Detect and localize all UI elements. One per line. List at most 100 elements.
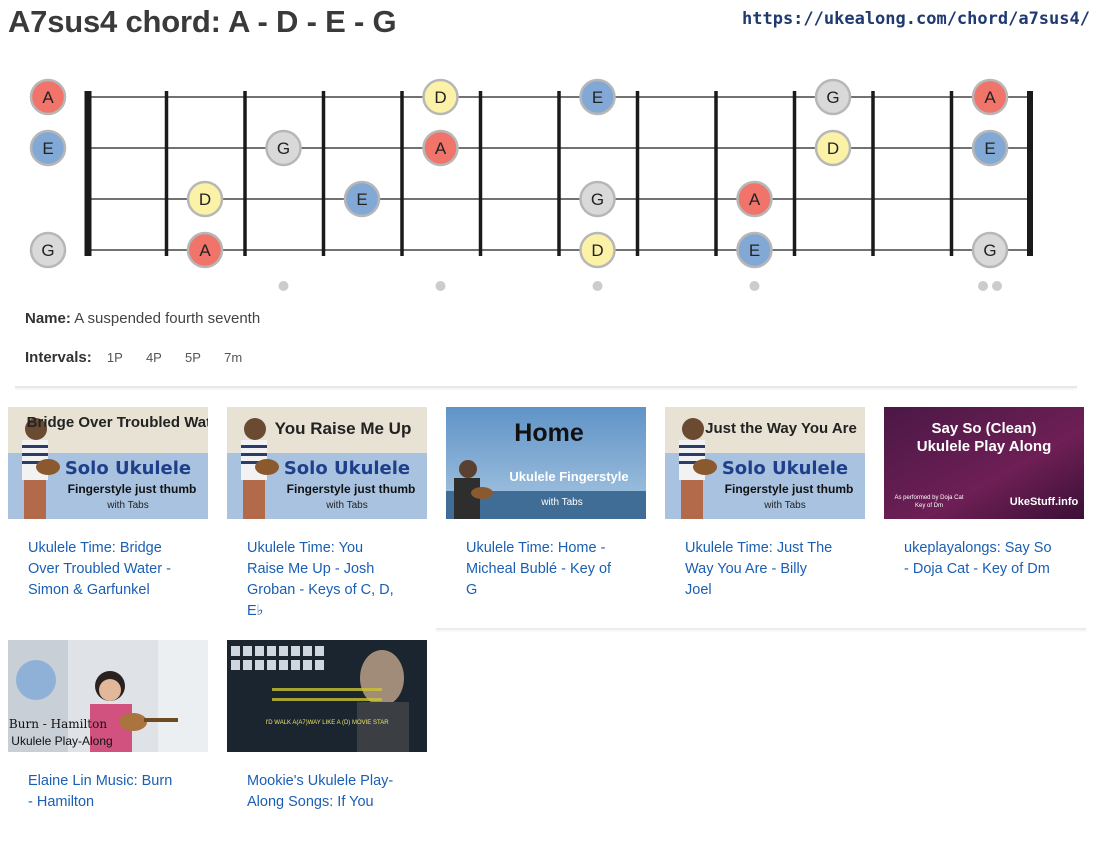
svg-text:Fingerstyle just thumb: Fingerstyle just thumb xyxy=(725,482,854,496)
svg-text:As performed by Doja Cat: As performed by Doja Cat xyxy=(894,495,963,501)
video-caption-link[interactable]: ukeplayalongs: Say So - Doja Cat - Key o… xyxy=(904,538,1054,580)
svg-text:D: D xyxy=(827,139,839,158)
svg-text:Solo Ukulele: Solo Ukulele xyxy=(722,458,848,479)
note-dot-g: G xyxy=(971,231,1009,269)
svg-text:E: E xyxy=(42,139,53,158)
svg-text:E: E xyxy=(356,190,367,209)
svg-text:Key of Dm: Key of Dm xyxy=(915,503,943,509)
video-thumbnail[interactable]: Burn - Hamilton Ukulele Play-Along xyxy=(8,640,208,752)
ukulele-fretboard-diagram: A D E G A E G A D E D E G A G A D E G xyxy=(29,78,1033,291)
video-thumbnail[interactable]: Say So (Clean) Ukulele Play Along As per… xyxy=(884,407,1084,519)
svg-text:A: A xyxy=(984,88,996,107)
svg-text:Ukulele Play-Along: Ukulele Play-Along xyxy=(11,734,112,748)
note-dot-a: A xyxy=(736,180,773,218)
note-dot-e: E xyxy=(971,129,1009,167)
svg-text:A: A xyxy=(435,139,447,158)
svg-text:with Tabs: with Tabs xyxy=(763,500,806,511)
note-dot-g: G xyxy=(579,180,616,218)
note-dot-d: D xyxy=(422,78,459,116)
video-card[interactable]: Just the Way You Are Solo Ukulele Finger… xyxy=(665,407,866,625)
svg-text:A: A xyxy=(749,190,761,209)
interval-4p: 4P xyxy=(145,350,162,365)
chord-name-value: A suspended fourth seventh xyxy=(74,310,261,327)
section-divider xyxy=(15,386,1077,388)
svg-text:D: D xyxy=(591,241,603,260)
fret-marker-dot xyxy=(749,281,760,291)
svg-text:A: A xyxy=(199,241,211,260)
svg-text:D: D xyxy=(199,190,211,209)
interval-1p: 1P xyxy=(106,350,123,365)
svg-text:G: G xyxy=(983,241,996,260)
note-dot-e: E xyxy=(343,180,381,218)
note-dot-g: G xyxy=(814,78,852,116)
svg-text:Solo Ukulele: Solo Ukulele xyxy=(284,458,410,479)
video-thumbnail[interactable]: Just the Way You Are Solo Ukulele Finger… xyxy=(665,407,865,519)
video-thumbnail[interactable]: Home Ukulele Fingerstyle with Tabs xyxy=(446,407,646,519)
intervals-label: Intervals: xyxy=(25,349,92,366)
note-dot-a: A xyxy=(971,78,1009,116)
video-caption-link[interactable]: Ukulele Time: Bridge Over Troubled Water… xyxy=(28,538,178,601)
note-dot-a: A xyxy=(29,78,67,116)
video-caption-link[interactable]: Ukulele Time: You Raise Me Up - Josh Gro… xyxy=(247,538,397,622)
svg-text:I'D WALK A(A7)WAY LIKE A (D) M: I'D WALK A(A7)WAY LIKE A (D) MOVIE STAR xyxy=(265,720,389,726)
svg-text:Fingerstyle just thumb: Fingerstyle just thumb xyxy=(68,482,197,496)
chord-name-label: Name: xyxy=(25,310,71,327)
video-thumbnail[interactable]: Bridge Over Troubled Water Solo Ukulele … xyxy=(8,407,208,519)
svg-text:G: G xyxy=(277,139,290,158)
svg-text:Say So (Clean): Say So (Clean) xyxy=(931,420,1036,437)
svg-text:E: E xyxy=(592,88,603,107)
fret-marker-dot xyxy=(435,281,446,291)
video-caption-link[interactable]: Ukulele Time: Just The Way You Are - Bil… xyxy=(685,538,835,601)
fret-marker-dot xyxy=(978,281,988,291)
svg-text:UkeStuff.info: UkeStuff.info xyxy=(1010,496,1079,508)
video-card[interactable]: You Raise Me Up Solo Ukulele Fingerstyle… xyxy=(227,407,428,625)
svg-text:E: E xyxy=(984,139,995,158)
svg-text:G: G xyxy=(591,190,604,209)
svg-text:G: G xyxy=(826,88,839,107)
note-dot-e: E xyxy=(579,78,616,116)
chord-intervals-row: Intervals: 1P 4P 5P 7m xyxy=(25,349,242,366)
svg-text:D: D xyxy=(434,88,446,107)
video-caption-link[interactable]: Elaine Lin Music: Burn - Hamilton xyxy=(28,771,178,813)
svg-text:Bridge Over Troubled Water: Bridge Over Troubled Water xyxy=(27,414,208,431)
note-dot-e: E xyxy=(29,129,67,167)
svg-text:G: G xyxy=(41,241,54,260)
note-dot-e: E xyxy=(736,231,773,269)
note-dot-a: A xyxy=(186,231,224,269)
page-url-link[interactable]: https://ukealong.com/chord/a7sus4/ xyxy=(742,9,1090,29)
svg-text:Just the Way You Are: Just the Way You Are xyxy=(705,420,857,437)
note-dot-g: G xyxy=(29,231,67,269)
page-title: A7sus4 chord: A - D - E - G xyxy=(8,4,397,39)
video-card[interactable]: Home Ukulele Fingerstyle with Tabs Ukule… xyxy=(446,407,647,625)
fret-marker-dot xyxy=(592,281,603,291)
video-thumbnail[interactable]: I'D WALK A(A7)WAY LIKE A (D) MOVIE STAR xyxy=(227,640,427,752)
note-dot-g: G xyxy=(265,129,302,167)
interval-7m: 7m xyxy=(224,350,243,365)
note-dot-d: D xyxy=(186,180,224,218)
chord-name-row: Name: A suspended fourth seventh xyxy=(25,310,260,327)
svg-text:with Tabs: with Tabs xyxy=(106,500,149,511)
svg-text:Fingerstyle just thumb: Fingerstyle just thumb xyxy=(287,482,416,496)
svg-text:Ukulele Play Along: Ukulele Play Along xyxy=(917,438,1051,455)
note-dot-a: A xyxy=(422,129,459,167)
svg-text:Ukulele Fingerstyle: Ukulele Fingerstyle xyxy=(509,469,628,484)
video-thumbnail[interactable]: You Raise Me Up Solo Ukulele Fingerstyle… xyxy=(227,407,427,519)
video-card[interactable]: I'D WALK A(A7)WAY LIKE A (D) MOVIE STAR … xyxy=(227,640,428,858)
video-card[interactable]: Say So (Clean) Ukulele Play Along As per… xyxy=(884,407,1085,625)
svg-text:Solo Ukulele: Solo Ukulele xyxy=(65,458,191,479)
svg-text:A: A xyxy=(42,88,54,107)
video-card[interactable]: Burn - Hamilton Ukulele Play-Along Elain… xyxy=(8,640,209,858)
row-divider xyxy=(436,628,1086,630)
note-dot-d: D xyxy=(814,129,852,167)
svg-text:with Tabs: with Tabs xyxy=(325,500,368,511)
fret-marker-dot xyxy=(278,281,289,291)
svg-text:Home: Home xyxy=(514,419,584,447)
svg-text:Burn - Hamilton: Burn - Hamilton xyxy=(9,717,107,731)
video-caption-link[interactable]: Ukulele Time: Home - Micheal Bublé - Key… xyxy=(466,538,616,601)
video-caption-link[interactable]: Mookie's Ukulele Play-Along Songs: If Yo… xyxy=(247,771,397,813)
svg-text:E: E xyxy=(749,241,760,260)
svg-text:You Raise Me Up: You Raise Me Up xyxy=(275,419,412,438)
video-card[interactable]: Bridge Over Troubled Water Solo Ukulele … xyxy=(8,407,209,625)
svg-text:with Tabs: with Tabs xyxy=(540,497,583,508)
fret-marker-dot xyxy=(992,281,1002,291)
